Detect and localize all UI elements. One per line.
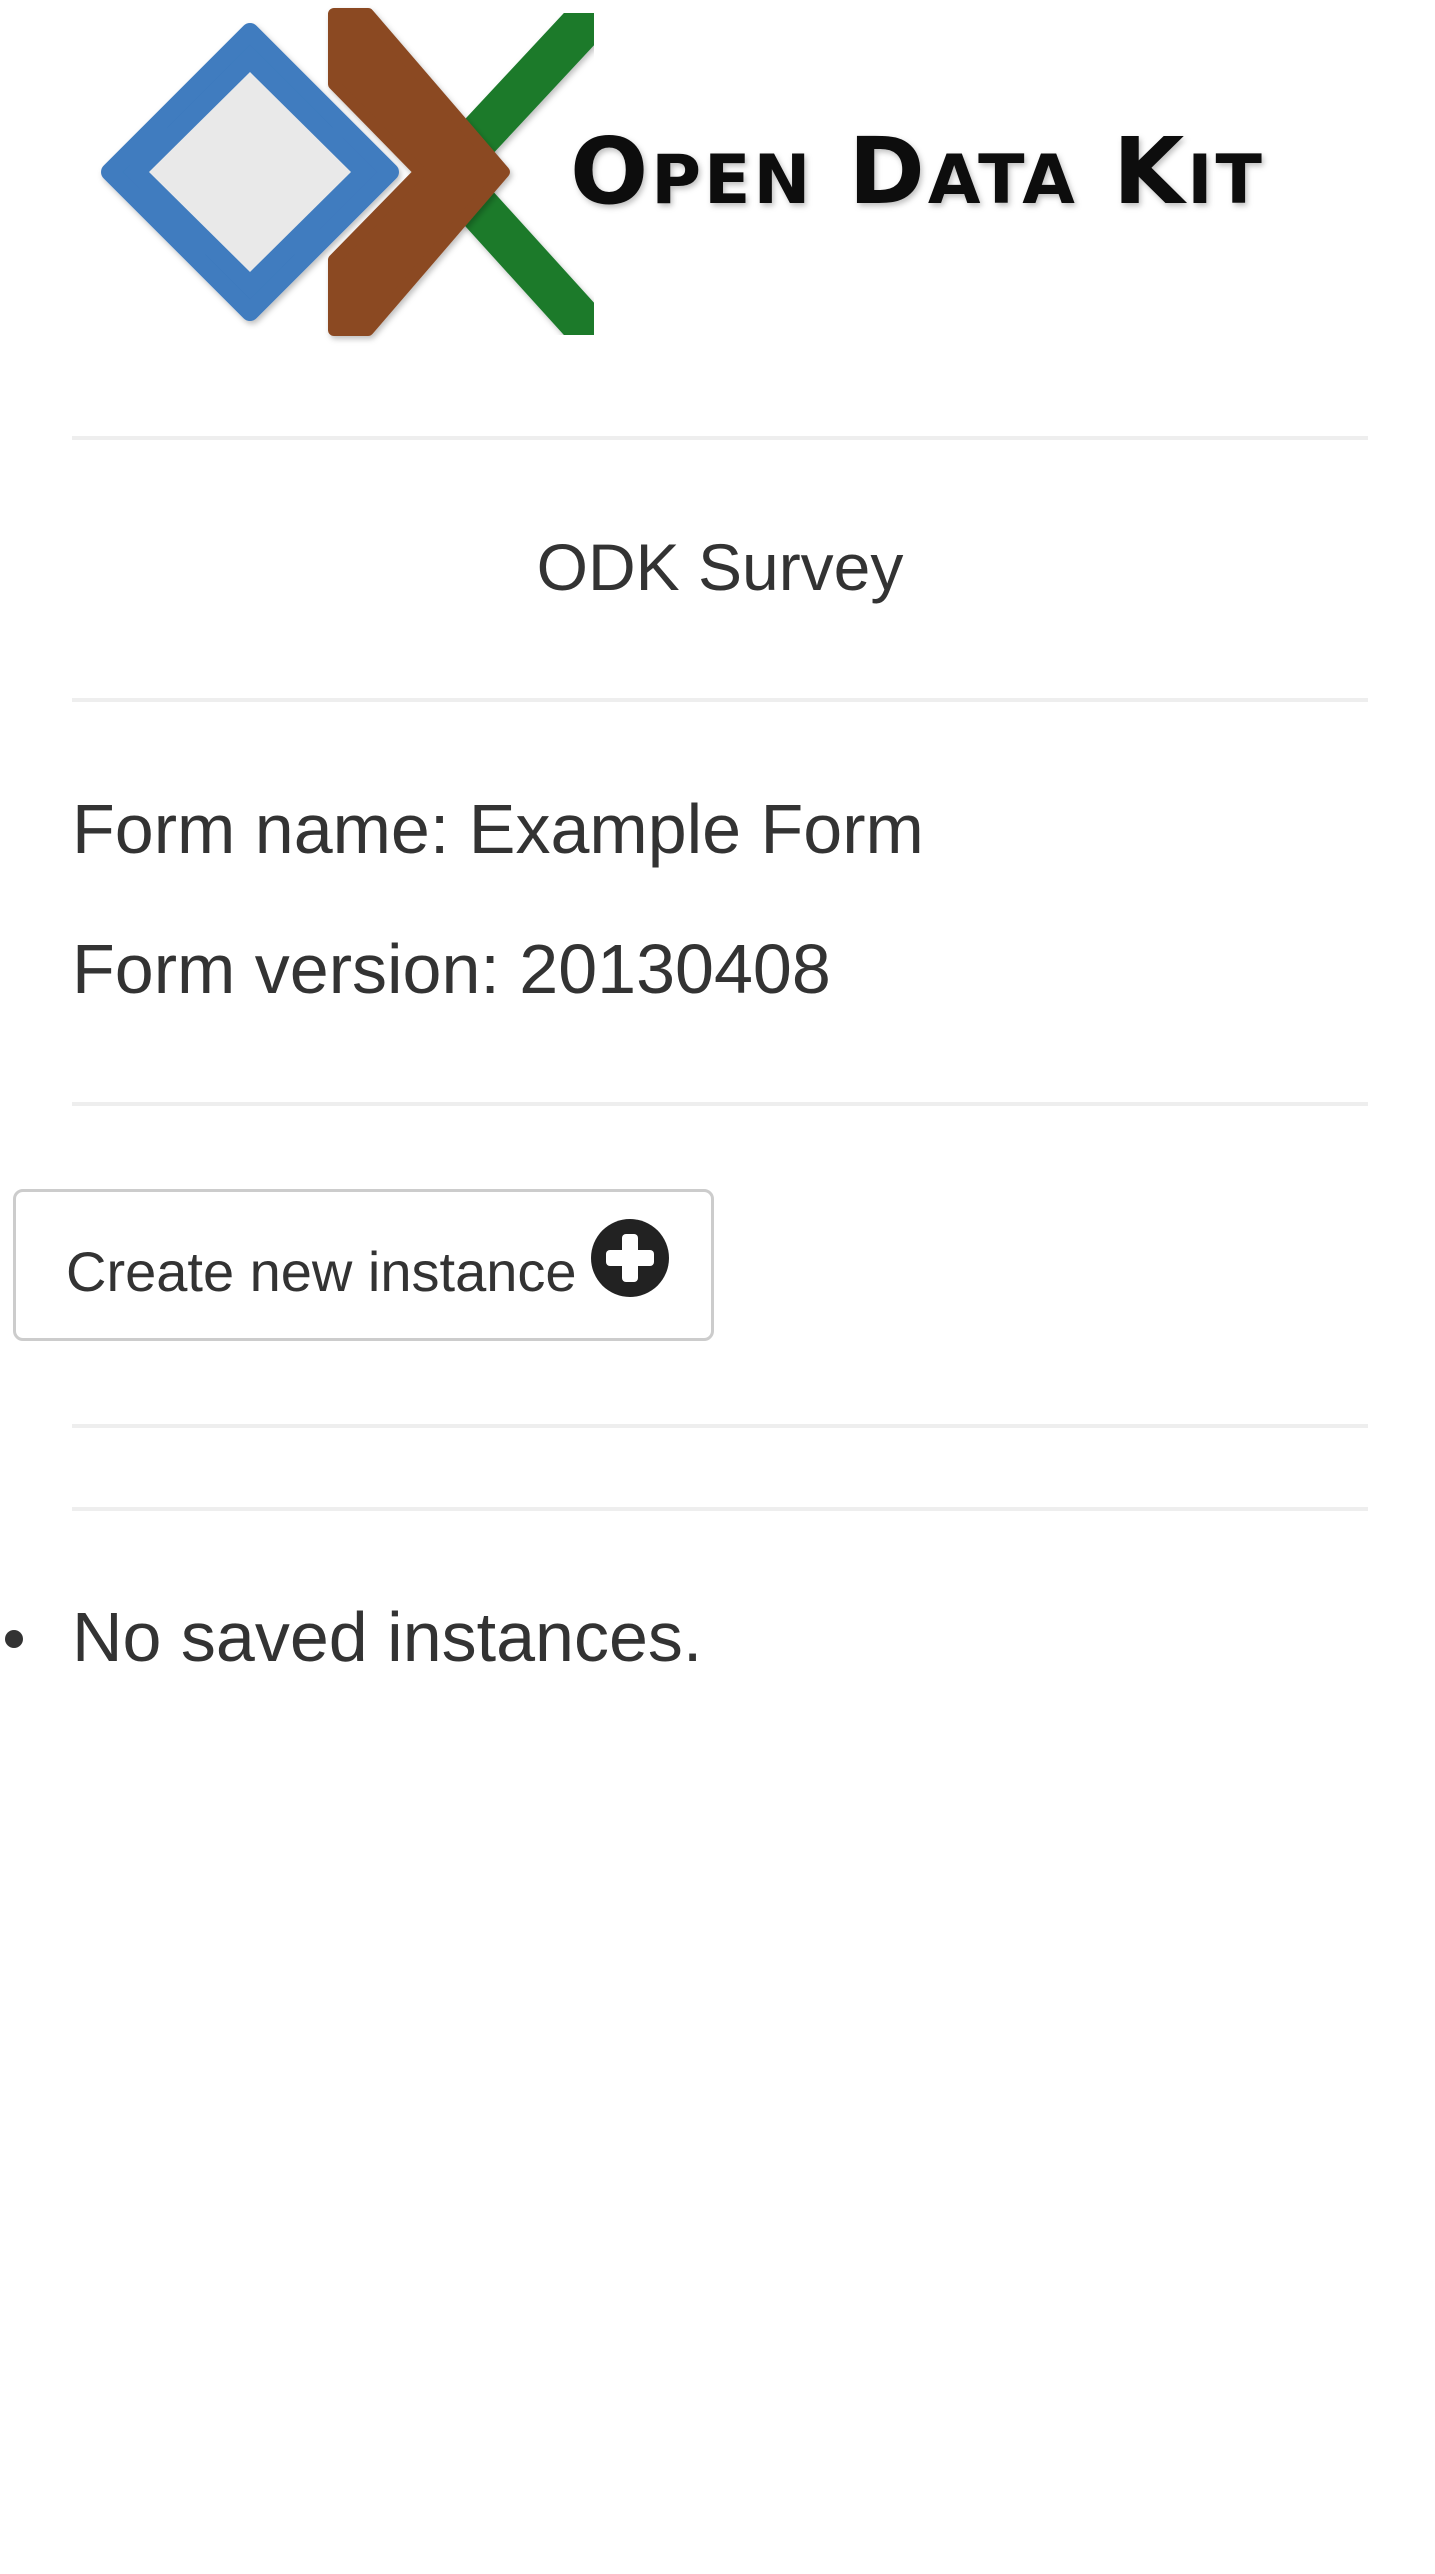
create-new-instance-label: Create new instance	[66, 1240, 577, 1303]
svg-text:OPEN DATA KIT: OPEN DATA KIT	[570, 118, 1265, 225]
divider	[72, 1507, 1368, 1511]
divider	[72, 1102, 1368, 1106]
divider	[72, 436, 1368, 440]
page-title: ODK Survey	[536, 530, 904, 604]
saved-instances-list: No saved instances.	[0, 1590, 702, 1684]
form-name: Form name: Example Form	[72, 790, 924, 868]
divider	[72, 698, 1368, 702]
bullet	[5, 1630, 23, 1648]
list-item: No saved instances.	[0, 1590, 702, 1684]
plus-circle-icon	[590, 1219, 669, 1297]
form-version: Form version: 20130408	[72, 930, 831, 1008]
open-data-kit-logo: OPEN DATA KIT	[101, 6, 1265, 342]
create-new-instance-button[interactable]: Create new instance	[13, 1189, 714, 1341]
empty-message: No saved instances.	[72, 1598, 703, 1676]
divider	[72, 1424, 1368, 1428]
